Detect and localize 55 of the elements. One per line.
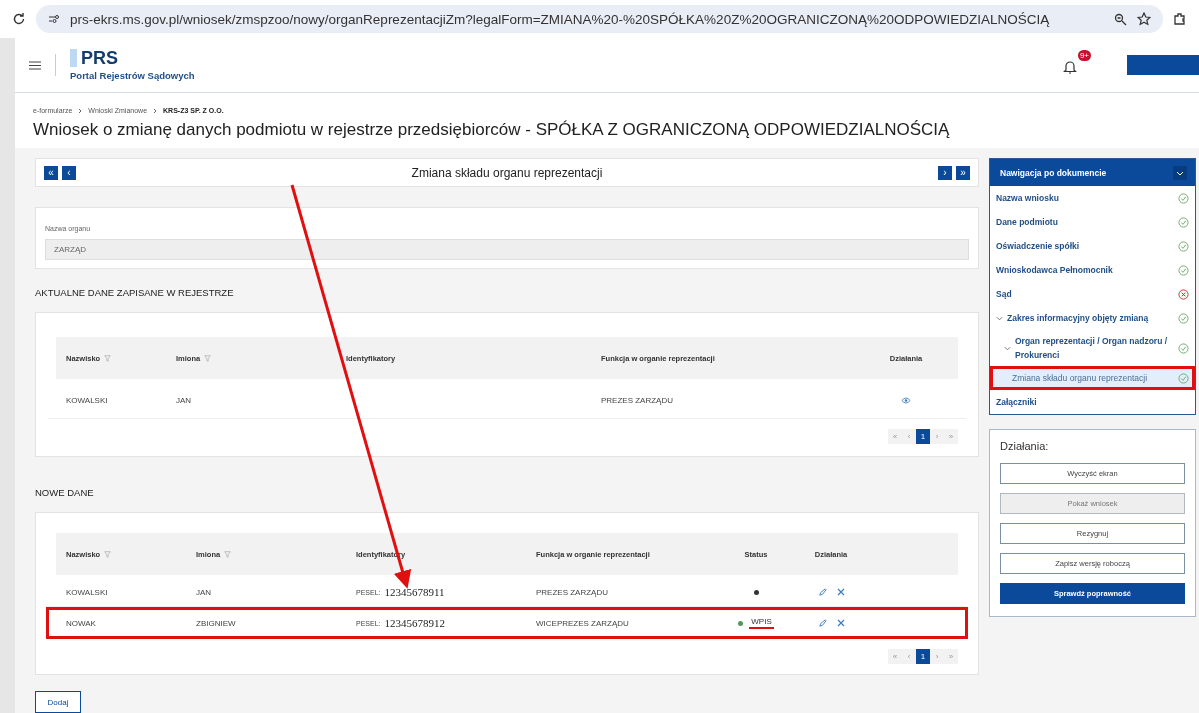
status-text: WPIS [749,617,774,629]
address-bar[interactable]: prs-ekrs.ms.gov.pl/wniosek/zmspzoo/nowy/organReprezentacjiZm?legalForm=ZMIANA%20-%20SPÓŁKA%20Z%20OGRANICZONĄ%20ODPOWIEDZIALNOŚCIĄ [36,5,1163,33]
chevron-right-icon [153,107,158,114]
add-button[interactable]: Dodaj [35,691,81,713]
chevron-down-icon[interactable] [1173,165,1187,180]
next-button[interactable]: » [956,165,970,180]
logo-title: PRS [70,49,118,67]
eye-icon[interactable] [901,396,911,404]
star-icon[interactable] [1137,12,1151,26]
id-value: 12345678912 [384,617,445,629]
next-button[interactable]: › [938,165,952,180]
table-cell-text: JAN [176,395,193,405]
actions-title: Działania: [1000,440,1050,452]
nav-item[interactable]: Oświadczenie spółki [990,234,1195,258]
pencil-icon[interactable] [817,587,827,597]
nav-item[interactable]: Zmiana składu organu reprezentacji [990,366,1195,390]
table-cell-text: NOWAK [66,618,97,628]
section-heading: AKTUALNE DANE ZAPISANE W REJESTRZE [35,287,235,298]
nav-item[interactable]: Sąd [990,282,1195,306]
zoom-icon[interactable] [1114,12,1127,26]
menu-icon[interactable] [29,60,41,70]
url-text: prs-ekrs.ms.gov.pl/wniosek/zmspzoo/nowy/organReprezentacjiZm?legalForm=ZMIANA%20-%20SPÓŁKA%20Z%20OGRANICZONĄ%20ODPOWIEDZIALNOŚCIĄ [70,11,1051,27]
nav-item[interactable]: Załączniki [990,390,1195,414]
table-cell-text: ZBIGNIEW [196,618,237,628]
table-cell-text: PREZES ZARZĄDU [601,395,674,405]
table-cell-text: PREZES ZARZĄDU [536,587,609,597]
nav-item[interactable]: Zakres informacyjny objęty zmianą [990,306,1195,330]
prev-button[interactable]: ‹ [62,165,76,180]
table-cell-text: JAN [196,587,213,597]
close-icon[interactable] [836,587,845,596]
site-settings-icon[interactable] [48,14,60,24]
table-cell-text: KOWALSKI [66,587,109,597]
prev-button[interactable]: « [44,165,58,180]
step-title: Zmiana składu organu reprezentacji [410,165,604,180]
section-heading: NOWE DANE [35,487,95,498]
nav-item[interactable]: Nazwa wniosku [990,186,1195,210]
nav-item[interactable]: Wnioskodawca Pełnomocnik [990,258,1195,282]
chevron-right-icon [78,107,83,114]
nav-item[interactable]: Dane podmiotu [990,210,1195,234]
id-value: 12345678911 [384,586,445,598]
table-cell-text: KOWALSKI [66,395,109,405]
extension-icon[interactable] [1173,12,1187,26]
reload-icon[interactable] [12,12,26,26]
page-title: Wniosek o zmianę danych podmiotu w rejestrze przedsiębiorców - SPÓŁKA Z OGRANICZONĄ ODPOWIEDZIALNOŚCIĄ [33,120,951,140]
notification-badge: 9+ [1077,50,1091,61]
page-button[interactable]: 1 [916,429,930,444]
organ-name-field[interactable]: ZARZĄD [45,239,969,260]
nav-title: Nawigacja po dokumencie [1000,167,1107,178]
pencil-icon[interactable] [817,618,827,628]
page-button[interactable]: 1 [916,649,930,664]
close-icon[interactable] [836,618,845,627]
nav-item[interactable]: Organ reprezentacji / Organ nadzoru / Prokurenci [990,330,1195,366]
table-cell-text: WICEPREZES ZARZĄDU [536,618,630,628]
bell-icon[interactable] [1063,59,1077,75]
logo-subtitle: Portal Rejestrów Sądowych [70,70,195,81]
